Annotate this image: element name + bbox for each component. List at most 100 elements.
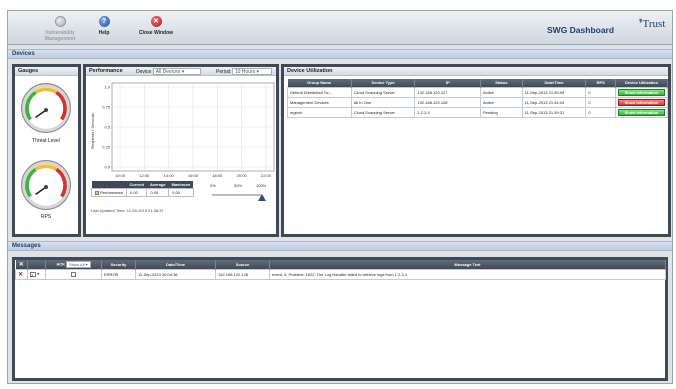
devices-section-title: Devices [12,51,35,57]
period-select[interactable]: 10 Hours ▾ [231,68,272,76]
device-cell: Pending [480,106,523,118]
device-row[interactable]: Management Devices All In One 192.168.120.… [287,96,668,108]
perf-average-value: 0.00 [146,188,170,197]
y-tick-label: 0.0 [104,165,110,170]
device-cell: 0 [585,96,617,108]
x-tick-label: 20:00 [237,173,248,178]
y-tick-label: 0.75 [102,105,111,110]
message-row[interactable]: ✕ 2 ▾ ERROR 11-Sep-2013 20:04:36 192.168… [15,268,666,280]
gauges-panel-title: Gauges [15,67,78,76]
device-row[interactable]: mgtroh Cloud Scanning Server 1.2.3.4 Pendin… [287,106,668,118]
device-filter: Device All Devices ▾ [136,68,201,77]
help-icon: ? [98,16,110,27]
device-cell: Management Devices [287,96,352,108]
device-select[interactable]: All Devices ▾ [152,68,201,76]
select-column-header[interactable]: ✕ [15,260,28,269]
help-label: Help [98,30,110,36]
perf-col-blank [91,181,127,189]
x-tick-label: 16:00 [188,173,199,178]
device-cell: 11-Sep-2013 21:34:04 [521,96,587,108]
close-icon: ✕ [150,16,162,27]
device-col-header[interactable]: RPS [585,79,617,87]
device-cell: Cloud Scanning Server [350,86,416,98]
y-axis-label: Requests / Seconds [90,113,95,149]
message-text: event: 4, Problem: 1622: The Log Handler… [269,268,666,280]
severity-column-header[interactable]: Security [101,260,136,269]
show-information-button[interactable]: Show Information [618,98,665,106]
device-col-header[interactable]: Group Name [287,79,352,87]
show-information-button[interactable]: Show Information [618,108,665,116]
message-row-count[interactable]: 2 ▾ [27,268,46,280]
ack-filter-select[interactable]: Show All ▾ [66,260,91,268]
ack-header-label: ACK [56,261,66,267]
chevron-down-icon: ▾ [37,271,40,277]
last-updated-text: Last Updated Time: 11-09-2013 21:38:37 [91,208,164,213]
device-col-header[interactable]: Status [480,79,523,87]
device-utilization-title: Device Utilization [284,67,668,76]
period-filter-label: Period [216,69,231,75]
ack-filter-value: Show All [69,261,85,267]
device-col-header[interactable]: Device Type [351,79,416,87]
device-col-header[interactable]: Date/Time [522,79,587,87]
delete-row-icon[interactable]: ✕ [18,272,23,278]
messages-section-title: Messages [12,243,41,249]
legend-swatch-icon [95,190,99,195]
slider-tick-50: 50% [234,183,242,188]
device-cell: 1.2.3.4 [414,106,481,118]
messages-table: ✕ ACK Show All ▾ Security Date/Time Sour… [15,260,666,280]
device-cell: 11-Sep-2013 21:39:09 [521,86,587,98]
count-box: 2 [30,271,36,278]
close-window-button[interactable]: ✕ Close Window [126,16,186,36]
ack-column-header: ACK Show All ▾ [45,260,102,269]
performance-panel: Performance Device All Devices ▾ Period … [83,64,279,237]
opacity-slider[interactable]: 0% 50% 100% [208,181,268,207]
device-col-header[interactable]: Device Utilization [615,79,668,87]
device-utilization-table: Group Name Device Type IP Status Date/Time RP… [287,79,668,118]
device-row[interactable]: Default Distributed Sc... Cloud Scanning … [287,86,668,98]
device-cell: 192.168.120.127 [414,86,481,98]
datetime-column-header[interactable]: Date/Time [135,260,216,269]
period-select-value: 10 Hours [234,69,256,76]
x-tick-label: 22:00 [261,173,272,178]
x-tick-label: 12:00 [139,173,150,178]
message-row-delete[interactable]: ✕ [15,268,28,280]
x-tick-label: 10:00 [115,173,126,178]
perf-col-current: Current [126,181,147,189]
perf-row-label: Performance [90,188,128,197]
dashboard-title: SWG Dashboard [547,25,615,35]
delete-icon[interactable]: ✕ [19,262,24,268]
device-col-header[interactable]: IP [414,79,481,87]
device-table-body: Default Distributed Sc... Cloud Scanning … [287,86,668,118]
device-cell: 11-Sep-2013 21:39:31 [521,106,587,118]
device-cell: All In One [350,96,416,108]
gray-circle-icon [54,16,66,27]
messages-section-bar[interactable]: Messages [8,241,672,251]
source-column-header[interactable]: Source [215,260,270,269]
device-table-header: Group Name Device Type IP Status Date/Time RP… [287,79,668,87]
message-datetime: 11-Sep-2013 20:04:36 [135,268,216,280]
messages-panel: ✕ ACK Show All ▾ Security Date/Time Sour… [12,257,668,381]
show-information-button[interactable]: Show Information [618,88,665,96]
x-tick-label: 18:00 [212,173,223,178]
device-cell: Active [480,86,523,98]
device-cell: Default Distributed Sc... [287,86,352,98]
rps-gauge [21,160,71,210]
help-button[interactable]: ? Help [74,16,134,36]
threat-level-label: Threat Level [32,138,60,144]
slider-tick-100: 100% [256,183,267,188]
device-cell: Active [480,96,523,108]
threat-level-gauge [21,83,71,133]
y-tick-label: 0.25 [102,145,111,150]
dashboard-window: Vulnerability Management ? Help ✕ Close … [7,10,673,384]
device-action-cell: Show Information [615,106,668,118]
device-action-cell: Show Information [615,86,668,98]
message-severity: ERROR [101,268,136,280]
ack-checkbox[interactable] [71,271,76,277]
chevron-down-icon: ▾ [85,261,88,267]
message-row-ack[interactable] [45,268,102,280]
perf-col-average: Average [146,181,169,189]
message-text-column-header[interactable]: Message Text [269,260,666,269]
device-cell: 192.168.120.128 [414,96,481,108]
gauges-panel: Gauges Threat Level RPS [12,64,81,237]
devices-section-bar[interactable]: Devices [8,49,672,59]
